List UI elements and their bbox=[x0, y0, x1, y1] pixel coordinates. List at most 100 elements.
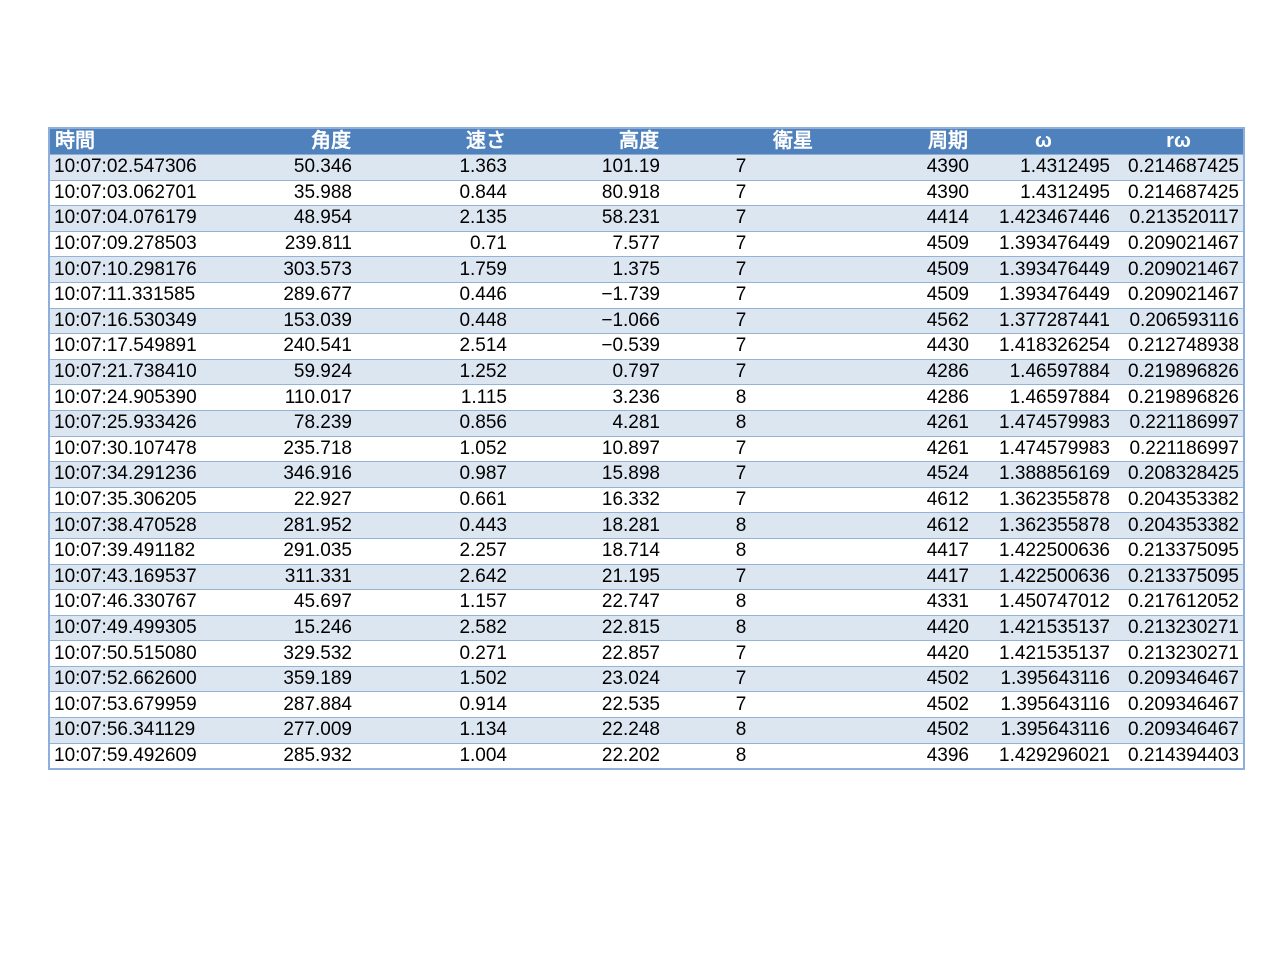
table-row: 10:07:50.515080 329.532 0.271 22.857 7 4420 1.… bbox=[49, 640, 1244, 667]
cell-angle: 15.246 bbox=[202, 614, 356, 641]
cell-altitude: −1.739 bbox=[511, 281, 664, 309]
cell-satellite: 7 bbox=[664, 665, 818, 692]
cell-period: 4417 bbox=[818, 537, 973, 564]
cell-angle: 291.035 bbox=[202, 537, 356, 564]
cell-angle: 303.573 bbox=[202, 256, 356, 283]
table-row: 10:07:11.331585 289.677 0.446 −1.739 7 4509 1.… bbox=[49, 281, 1244, 309]
cell-speed: 0.856 bbox=[356, 409, 511, 437]
cell-omega: 1.46597884 bbox=[973, 384, 1114, 411]
cell-angle: 287.884 bbox=[202, 691, 356, 718]
cell-satellite: 7 bbox=[664, 461, 818, 488]
cell-time: 10:07:25.933426 bbox=[49, 409, 202, 437]
cell-omega: 1.422500636 bbox=[973, 537, 1114, 564]
cell-time: 10:07:03.062701 bbox=[49, 179, 202, 206]
cell-period: 4414 bbox=[818, 205, 973, 232]
cell-altitude: 22.202 bbox=[511, 742, 664, 770]
cell-omega: 1.362355878 bbox=[973, 486, 1114, 513]
cell-r-omega: 0.209346467 bbox=[1114, 665, 1244, 692]
cell-speed: 0.987 bbox=[356, 461, 511, 488]
header-period: 周期 bbox=[818, 128, 973, 155]
cell-period: 4261 bbox=[818, 435, 973, 462]
cell-satellite: 8 bbox=[664, 384, 818, 411]
table-row: 10:07:35.306205 22.927 0.661 16.332 7 4612 1.3… bbox=[49, 486, 1244, 513]
cell-satellite: 8 bbox=[664, 512, 818, 539]
cell-satellite: 7 bbox=[664, 486, 818, 513]
cell-speed: 0.661 bbox=[356, 486, 511, 513]
cell-speed: 2.642 bbox=[356, 563, 511, 590]
table-row: 10:07:43.169537 311.331 2.642 21.195 7 4417 1.… bbox=[49, 563, 1244, 590]
header-row: 時間 角度 速さ 高度 衛星 周期 ω rω bbox=[49, 128, 1244, 155]
cell-r-omega: 0.213520117 bbox=[1114, 205, 1244, 232]
header-altitude: 高度 bbox=[511, 128, 664, 155]
header-time: 時間 bbox=[49, 128, 202, 155]
cell-time: 10:07:10.298176 bbox=[49, 256, 202, 283]
cell-altitude: 1.375 bbox=[511, 256, 664, 283]
cell-period: 4502 bbox=[818, 665, 973, 692]
cell-altitude: 22.248 bbox=[511, 717, 664, 744]
table-row: 10:07:02.547306 50.346 1.363 101.19 7 4390 1.4… bbox=[49, 154, 1244, 181]
cell-speed: 0.71 bbox=[356, 230, 511, 257]
cell-omega: 1.422500636 bbox=[973, 563, 1114, 590]
cell-r-omega: 0.221186997 bbox=[1114, 409, 1244, 437]
cell-period: 4509 bbox=[818, 281, 973, 309]
cell-angle: 285.932 bbox=[202, 742, 356, 770]
table-row: 10:07:52.662600 359.189 1.502 23.024 7 4502 1.… bbox=[49, 665, 1244, 692]
header-satellite: 衛星 bbox=[664, 128, 818, 155]
cell-altitude: 16.332 bbox=[511, 486, 664, 513]
cell-period: 4509 bbox=[818, 256, 973, 283]
cell-altitude: 10.897 bbox=[511, 435, 664, 462]
cell-time: 10:07:04.076179 bbox=[49, 205, 202, 232]
table-row: 10:07:16.530349 153.039 0.448 −1.066 7 4562 1.… bbox=[49, 307, 1244, 334]
cell-altitude: 4.281 bbox=[511, 409, 664, 437]
cell-altitude: 18.714 bbox=[511, 537, 664, 564]
cell-period: 4509 bbox=[818, 230, 973, 257]
cell-satellite: 8 bbox=[664, 614, 818, 641]
cell-period: 4612 bbox=[818, 486, 973, 513]
cell-speed: 0.914 bbox=[356, 691, 511, 718]
cell-speed: 1.134 bbox=[356, 717, 511, 744]
table-row: 10:07:56.341129 277.009 1.134 22.248 8 4502 1.… bbox=[49, 717, 1244, 744]
cell-period: 4390 bbox=[818, 154, 973, 181]
cell-satellite: 7 bbox=[664, 179, 818, 206]
table-row: 10:07:46.330767 45.697 1.157 22.747 8 4331 1.4… bbox=[49, 589, 1244, 616]
table-row: 10:07:24.905390 110.017 1.115 3.236 8 4286 1.4… bbox=[49, 384, 1244, 411]
cell-angle: 329.532 bbox=[202, 640, 356, 667]
header-angle: 角度 bbox=[202, 128, 356, 155]
cell-r-omega: 0.209021467 bbox=[1114, 230, 1244, 257]
table-row: 10:07:39.491182 291.035 2.257 18.714 8 4417 1.… bbox=[49, 537, 1244, 564]
table-row: 10:07:25.933426 78.239 0.856 4.281 8 4261 1.47… bbox=[49, 409, 1244, 437]
data-table: 時間 角度 速さ 高度 衛星 周期 ω rω 10:07:02.547306 50… bbox=[48, 127, 1245, 771]
cell-time: 10:07:09.278503 bbox=[49, 230, 202, 257]
cell-angle: 50.346 bbox=[202, 154, 356, 181]
cell-angle: 35.988 bbox=[202, 179, 356, 206]
cell-angle: 240.541 bbox=[202, 333, 356, 360]
cell-satellite: 7 bbox=[664, 230, 818, 257]
table-row: 10:07:38.470528 281.952 0.443 18.281 8 4612 1.… bbox=[49, 512, 1244, 539]
cell-period: 4331 bbox=[818, 589, 973, 616]
cell-time: 10:07:53.679959 bbox=[49, 691, 202, 718]
cell-omega: 1.362355878 bbox=[973, 512, 1114, 539]
cell-time: 10:07:17.549891 bbox=[49, 333, 202, 360]
table-row: 10:07:34.291236 346.916 0.987 15.898 7 4524 1.… bbox=[49, 461, 1244, 488]
cell-angle: 281.952 bbox=[202, 512, 356, 539]
cell-altitude: 22.747 bbox=[511, 589, 664, 616]
cell-period: 4286 bbox=[818, 358, 973, 385]
cell-period: 4286 bbox=[818, 384, 973, 411]
cell-omega: 1.377287441 bbox=[973, 307, 1114, 334]
cell-angle: 78.239 bbox=[202, 409, 356, 437]
cell-r-omega: 0.219896826 bbox=[1114, 358, 1244, 385]
cell-omega: 1.46597884 bbox=[973, 358, 1114, 385]
table-header: 時間 角度 速さ 高度 衛星 周期 ω rω bbox=[49, 128, 1244, 155]
cell-period: 4417 bbox=[818, 563, 973, 590]
table-row: 10:07:59.492609 285.932 1.004 22.202 8 4396 1.… bbox=[49, 742, 1244, 770]
header-r-omega: rω bbox=[1114, 128, 1244, 155]
cell-satellite: 7 bbox=[664, 563, 818, 590]
cell-r-omega: 0.213375095 bbox=[1114, 563, 1244, 590]
cell-speed: 0.443 bbox=[356, 512, 511, 539]
cell-omega: 1.421535137 bbox=[973, 640, 1114, 667]
cell-r-omega: 0.209346467 bbox=[1114, 691, 1244, 718]
cell-altitude: 22.815 bbox=[511, 614, 664, 641]
cell-angle: 59.924 bbox=[202, 358, 356, 385]
cell-r-omega: 0.204353382 bbox=[1114, 486, 1244, 513]
table-row: 10:07:30.107478 235.718 1.052 10.897 7 4261 1.… bbox=[49, 435, 1244, 462]
